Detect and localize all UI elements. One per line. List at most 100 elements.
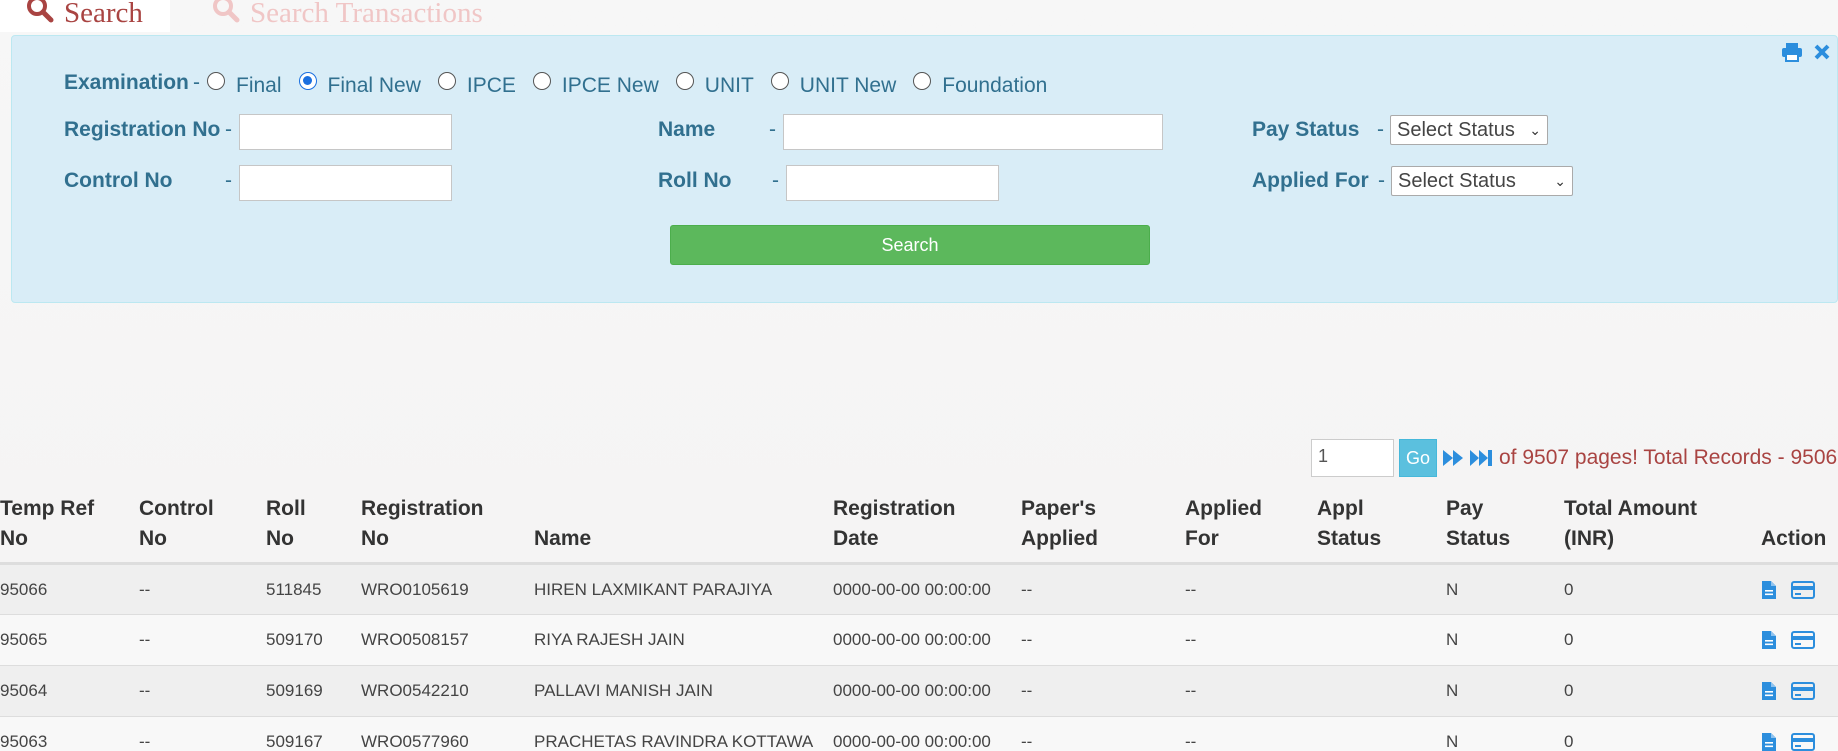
table-cell: -- (1185, 665, 1317, 717)
pay-status-label: Pay Status (1252, 118, 1360, 141)
radio-button[interactable] (437, 72, 456, 90)
header-line: For (1185, 527, 1219, 550)
table-cell (1317, 665, 1446, 717)
tab-search-transactions[interactable]: Search Transactions (186, 0, 497, 32)
radio-unit[interactable]: UNIT (675, 72, 754, 98)
header-line: Date (833, 527, 879, 550)
table-cell: HIREN LAXMIKANT PARAJIYA (534, 563, 833, 615)
header-line: Paper's (1021, 497, 1097, 520)
pay-status-select[interactable]: Select Status ⌄ (1390, 115, 1548, 145)
search-icon (212, 0, 240, 31)
header-line: Roll (266, 497, 306, 520)
table-cell: -- (139, 665, 266, 717)
credit-card-icon[interactable] (1791, 733, 1815, 751)
radio-final-new[interactable]: Final New (298, 72, 421, 98)
radio-button[interactable] (207, 72, 225, 90)
separator: - (772, 169, 779, 192)
separator: - (193, 71, 200, 94)
radio-foundation[interactable]: Foundation (913, 72, 1047, 98)
roll-no-input[interactable] (786, 165, 999, 201)
table-row[interactable]: 95063 -- 509167 WRO0577960 PRACHETAS RAVINDR… (0, 716, 1838, 751)
radio-final[interactable]: Final (207, 72, 282, 98)
document-icon[interactable] (1761, 630, 1777, 650)
radio-label: UNIT (704, 74, 754, 97)
radio-ipce[interactable]: IPCE (437, 72, 516, 98)
table-row[interactable]: 95066 -- 511845 WRO0105619 HIREN LAXMIKANT P… (0, 563, 1838, 615)
control-no-input[interactable] (239, 165, 452, 201)
table-cell: 0 (1564, 614, 1761, 666)
header-line: No (0, 527, 28, 550)
credit-card-icon[interactable] (1791, 631, 1815, 649)
action-cell (1761, 665, 1838, 717)
header-line: (INR) (1564, 527, 1615, 550)
name-label: Name (658, 118, 716, 141)
radio-label: Final (236, 74, 282, 97)
table-cell: 95066 (0, 563, 139, 615)
pagination-summary: of 9507 pages! Total Records - 95066 (1499, 446, 1838, 469)
table-cell: WRO0577960 (361, 716, 534, 751)
radio-button[interactable] (675, 72, 694, 90)
step-forward-icon[interactable] (1469, 448, 1493, 468)
go-button[interactable]: Go (1399, 439, 1437, 477)
column-header: Applied For (1185, 490, 1317, 565)
search-icon (26, 0, 54, 31)
table-cell: -- (1021, 614, 1185, 666)
table-cell: PALLAVI MANISH JAIN (534, 665, 833, 717)
table-row[interactable]: 95065 -- 509170 WRO0508157 RIYA RAJESH JAIN 0… (0, 614, 1838, 666)
applied-for-select[interactable]: Select Status ⌄ (1391, 166, 1573, 196)
table-cell: 511845 (266, 563, 361, 615)
separator: - (1378, 169, 1385, 192)
column-header: Action (1761, 490, 1838, 565)
header-line: Appl (1317, 497, 1364, 520)
table-cell: WRO0105619 (361, 563, 534, 615)
header-line: Total Amount (1564, 497, 1697, 520)
fast-forward-icon[interactable] (1442, 448, 1464, 468)
radio-label: IPCE New (561, 74, 659, 97)
name-input[interactable] (783, 114, 1163, 150)
table-cell: WRO0508157 (361, 614, 534, 666)
radio-button[interactable] (298, 72, 317, 90)
applied-for-value: Select Status (1398, 169, 1516, 192)
radio-unit-new[interactable]: UNIT New (770, 72, 897, 98)
radio-ipce-new[interactable]: IPCE New (532, 72, 659, 98)
tab-search[interactable]: Search (0, 0, 170, 32)
tab-bar: Search Search Transactions (0, 0, 1838, 32)
table-cell: 95064 (0, 665, 139, 717)
column-header: Registration No (361, 490, 534, 565)
close-icon[interactable] (1813, 43, 1831, 61)
search-panel: Examination - Final Final New IPCE IPCE … (11, 35, 1838, 303)
column-header: Name (534, 490, 833, 565)
header-line: Applied (1021, 527, 1098, 550)
examination-label: Examination (64, 71, 189, 94)
radio-button[interactable] (532, 72, 551, 90)
table-cell: 0000-00-00 00:00:00 (833, 563, 1021, 615)
print-icon[interactable] (1781, 42, 1803, 62)
table-cell: -- (1021, 563, 1185, 615)
table-cell: 509169 (266, 665, 361, 717)
radio-button[interactable] (913, 72, 932, 90)
table-cell: -- (1185, 716, 1317, 751)
column-header: Registration Date (833, 490, 1021, 565)
radio-button[interactable] (770, 72, 789, 90)
document-icon[interactable] (1761, 580, 1777, 600)
table-cell: 0 (1564, 665, 1761, 717)
credit-card-icon[interactable] (1791, 682, 1815, 700)
header-line: Name (534, 527, 592, 550)
document-icon[interactable] (1761, 681, 1777, 701)
table-cell: 0 (1564, 563, 1761, 615)
table-cell: WRO0542210 (361, 665, 534, 717)
table-cell: N (1446, 563, 1564, 615)
credit-card-icon[interactable] (1791, 580, 1815, 599)
separator: - (1377, 118, 1384, 141)
page-number-input[interactable]: 1 (1311, 439, 1394, 477)
table-cell: -- (1021, 665, 1185, 717)
separator: - (769, 118, 776, 141)
header-line: Temp Ref (0, 497, 95, 520)
registration-no-input[interactable] (239, 114, 452, 150)
table-cell: 95063 (0, 716, 139, 751)
table-cell: 0 (1564, 716, 1761, 751)
search-button[interactable]: Search (670, 225, 1150, 265)
table-row[interactable]: 95064 -- 509169 WRO0542210 PALLAVI MANISH JA… (0, 665, 1838, 717)
document-icon[interactable] (1761, 732, 1777, 751)
radio-label: UNIT New (799, 74, 897, 97)
